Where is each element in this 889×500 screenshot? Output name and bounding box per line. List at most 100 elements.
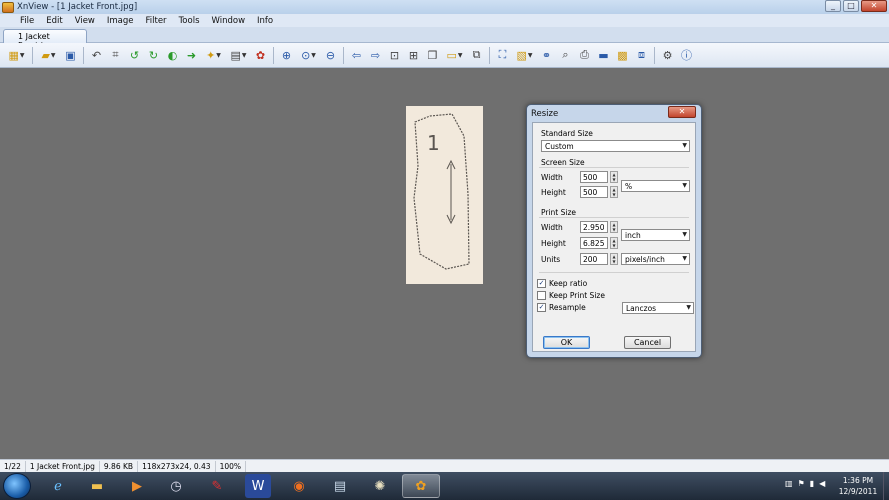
menu-tools[interactable]: Tools [173,16,206,26]
menu-image[interactable]: Image [101,16,140,26]
status-zoom: 100% [216,460,247,472]
print-unit-value: inch [625,231,641,240]
resample-method-select[interactable]: Lanczos ▼ [622,302,694,314]
cancel-button[interactable]: Cancel [624,336,671,349]
browser-icon[interactable]: ▦ ▼ [6,47,28,63]
title-bar: XnView - [1 Jacket Front.jpg] _ □ ✕ [0,0,889,14]
notepad-icon[interactable]: ▤ [321,474,359,498]
thumbnail-icon[interactable]: ▩ [615,47,631,63]
save-icon[interactable]: ▣ [63,47,79,63]
rotate-left-icon[interactable]: ↺ [127,47,143,63]
group-divider [539,217,689,218]
chevron-down-icon: ▼ [682,142,687,149]
capture-icon[interactable]: ✿ [253,47,269,63]
firefox-icon[interactable]: ◉ [280,474,318,498]
units-input[interactable]: 200 [580,253,608,265]
menu-view[interactable]: View [69,16,101,26]
prev-icon[interactable]: ⇦ [349,47,365,63]
height-input[interactable]: 500 [580,186,608,198]
window-title: XnView - [1 Jacket Front.jpg] [17,2,138,12]
xnview-icon[interactable]: ✿ [402,474,440,498]
menu-edit[interactable]: Edit [40,16,68,26]
width-input[interactable]: 500 [580,171,608,183]
info-icon[interactable]: ⓘ [679,47,695,63]
screen-icon[interactable]: ▭ ▼ [444,47,466,63]
print-width-input[interactable]: 2.950 [580,221,608,233]
first-icon[interactable]: ⊡ [387,47,403,63]
ie-icon[interactable]: ℯ [39,474,77,498]
clock-icon[interactable]: ◷ [157,474,195,498]
height-spinner[interactable]: ▲ ▼ [610,186,618,198]
menu-info[interactable]: Info [251,16,279,26]
start-button[interactable] [3,473,31,499]
word-icon[interactable]: W [245,474,271,498]
export-icon[interactable]: ➜ [184,47,200,63]
crop-icon[interactable]: ⌗ [108,47,124,63]
maximize-button[interactable]: □ [843,0,859,12]
settings-icon[interactable]: ⚙ [660,47,676,63]
tab-1-jacket-front[interactable]: 1 Jacket Front.jpg [3,29,87,50]
print-width-spinner[interactable]: ▲ ▼ [610,221,618,233]
find-icon[interactable]: ⌕ [558,47,574,63]
print-height-input[interactable]: 6.825 [580,237,608,249]
signal-icon[interactable]: ▮ [810,479,814,488]
units-spinner[interactable]: ▲ ▼ [610,253,618,265]
resolution-unit-select[interactable]: pixels/inch ▼ [621,253,690,265]
rotate-right-icon[interactable]: ↻ [146,47,162,63]
taskbar-clock[interactable]: 1:36 PM 12/9/2011 [834,475,882,497]
volume-icon[interactable]: ◀ [819,479,825,488]
keep-ratio-checkbox[interactable]: ✓ [537,279,546,288]
paint-icon[interactable]: ✺ [361,474,399,498]
resample-checkbox[interactable]: ✓ [537,303,546,312]
close-button[interactable]: ✕ [861,0,887,12]
explorer-icon[interactable]: ▬ [78,474,116,498]
system-tray: ▥ ⚑ ▮ ◀ [785,479,830,488]
ok-button[interactable]: OK [543,336,590,349]
dialog-body: Standard Size Custom ▼ Screen Size Width… [532,122,696,352]
print-icon[interactable]: ⎙ [577,47,593,63]
standard-size-select[interactable]: Custom ▼ [541,140,690,152]
jacket-front-image: 1 [406,106,483,284]
undo-icon[interactable]: ↶ [89,47,105,63]
resample-label: Resample [549,303,586,312]
clock-date: 12/9/2011 [838,487,878,496]
media-player-icon[interactable]: ▶ [118,474,156,498]
print-height-spinner[interactable]: ▲ ▼ [610,237,618,249]
effects-icon[interactable]: ✦ ▼ [203,47,225,63]
keep-print-size-checkbox[interactable] [537,291,546,300]
next-icon[interactable]: ⇨ [368,47,384,63]
width-spinner[interactable]: ▲ ▼ [610,171,618,183]
toolbar-separator [343,46,344,64]
menu-bar: File Edit View Image Filter Tools Window… [0,14,889,27]
convert-icon[interactable]: ⧈ [634,47,650,63]
zoom-out-icon[interactable]: ⊖ [323,47,339,63]
screen-unit-select[interactable]: % ▼ [621,180,690,192]
flag-icon[interactable]: ⚑ [798,479,805,488]
minimize-button[interactable]: _ [825,0,841,12]
status-filename: 1 Jacket Front.jpg [26,460,100,472]
print-unit-select[interactable]: inch ▼ [621,229,690,241]
scanner-icon[interactable]: ▬ [596,47,612,63]
last-icon[interactable]: ⊞ [406,47,422,63]
zoom-in-icon[interactable]: ⊕ [279,47,295,63]
adjust-icon[interactable]: ◐ [165,47,181,63]
fit-icon[interactable]: ⛶ [495,47,511,63]
compare-icon[interactable]: ⚭ [539,47,555,63]
slideshow-icon[interactable]: ▤ ▼ [228,47,250,63]
width-label: Width [541,173,563,182]
pattern-drawing: 1 [413,113,470,270]
menu-file[interactable]: File [0,16,40,26]
actual-size-icon[interactable]: ▧ ▼ [514,47,536,63]
xnview-app-icon [2,1,14,13]
menu-filter[interactable]: Filter [140,16,173,26]
zoom-menu-icon[interactable]: ⊙ ▼ [298,47,320,63]
copy-icon[interactable]: ❐ [425,47,441,63]
open-folder-icon[interactable]: ▰ ▼ [38,47,60,63]
pin-icon[interactable]: ✎ [198,474,236,498]
fullscreen-icon[interactable]: ⧉ [469,47,485,63]
toolbar-separator [654,46,655,64]
show-desktop-button[interactable] [883,472,889,500]
menu-window[interactable]: Window [206,16,252,26]
dialog-close-button[interactable]: ✕ [668,106,696,118]
network-icon[interactable]: ▥ [785,479,793,488]
